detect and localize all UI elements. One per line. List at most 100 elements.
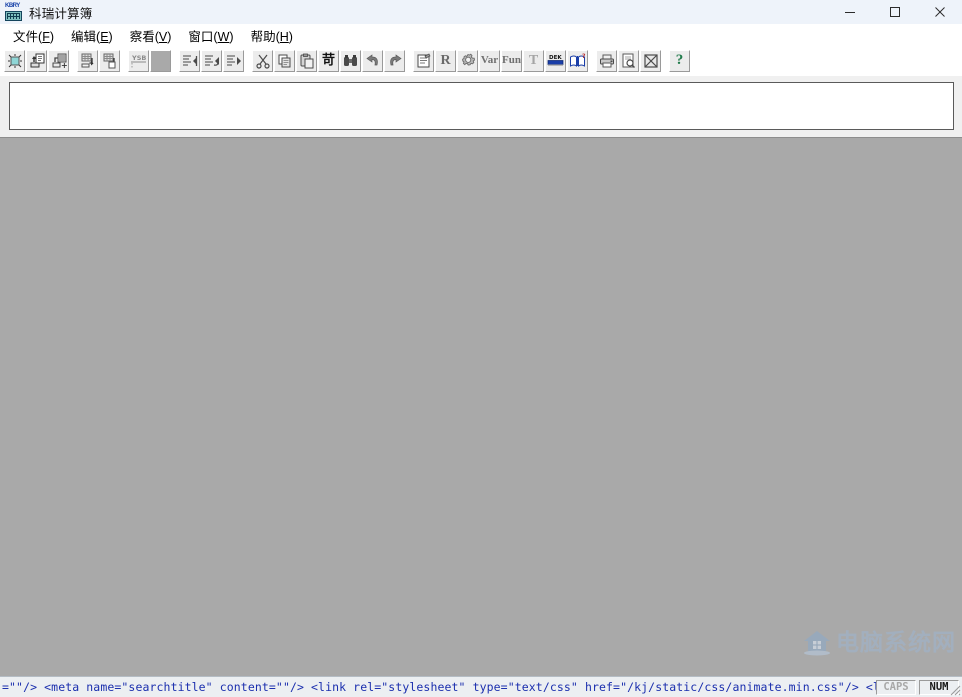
crossed-box-icon [643,53,658,68]
report-button[interactable]: R [435,49,456,72]
menu-label-view: 察看 [129,29,155,44]
align-right-button[interactable] [223,49,244,72]
redo-arrow-icon [389,53,402,65]
gear-icon [461,53,475,65]
toolbar-separator-6 [589,50,596,72]
function-button[interactable]: Fun [501,49,522,72]
svg-text:?: ? [582,53,586,60]
print-button[interactable] [596,49,617,72]
undo-button[interactable] [362,49,383,72]
insert-character-button[interactable]: 苛 [318,49,339,72]
align-center-button[interactable] [201,49,222,72]
menu-accel-file: F [42,29,50,44]
import-table-icon [81,53,93,67]
status-bar: =""/> <meta name="searchtitle" content="… [0,676,962,697]
status-code-text: =""/> <meta name="searchtitle" content="… [2,680,876,694]
dek-button[interactable]: DEK [545,49,566,72]
menu-accel-window: W [217,29,230,44]
watermark-text: 电脑系统网 [836,630,956,656]
text-t-icon: T [528,52,539,68]
minimize-icon [844,12,855,13]
properties-button[interactable] [413,49,434,72]
export-data-button[interactable] [99,49,120,72]
formula-input-panel[interactable] [9,82,954,130]
open-folder-icon [30,53,44,67]
copy-button[interactable] [274,49,295,72]
new-sheet-icon [7,53,22,68]
printer-icon [599,54,614,67]
menu-label-file: 文件 [13,29,39,44]
open-book-question-icon: ? [569,53,586,67]
scissors-icon [255,54,270,69]
toolbar-separator-5 [406,50,413,72]
print-preview-icon [622,53,635,68]
save-add-icon: + [52,53,67,69]
save-document-button[interactable]: + [48,49,69,72]
menu-item-view[interactable]: 察看(V) [122,24,181,47]
function-icon: Fun [502,54,521,66]
resize-grip-icon[interactable] [947,682,961,696]
close-icon [934,7,945,17]
svg-text:+: + [61,61,67,69]
properties-clipboard-icon [417,53,430,67]
align-center-icon [204,54,219,66]
export-table-icon [103,53,115,68]
align-right-icon [226,54,241,66]
variable-button[interactable]: Var [479,49,500,72]
find-replace-button[interactable] [340,49,361,72]
ysb-button[interactable]: YSB [128,49,149,72]
app-icon-keypad [5,10,22,21]
input-panel-area [0,76,962,137]
undo-arrow-icon [365,53,378,65]
maximize-button[interactable] [872,0,917,24]
close-view-button[interactable] [640,49,661,72]
new-document-button[interactable] [4,49,25,72]
svg-text:YSB: YSB [131,54,146,62]
paste-button[interactable] [296,49,317,72]
minimize-button[interactable] [827,0,872,24]
dek-desk-icon: DEK [547,55,563,66]
menu-label-window: 窗口 [188,29,214,44]
status-indicator-caps: CAPS [876,679,916,695]
menu-accel-help: H [279,29,289,44]
watermark: 电脑系统网 [802,629,956,657]
toolbar-separator-7 [662,50,669,72]
toolbar: + YSB 苛 R Var Fun T DEK ? ? [0,46,962,76]
variable-icon: Var [480,54,499,66]
binoculars-icon [343,54,357,66]
menu-label-help: 帮助 [250,29,276,44]
workspace-area[interactable]: 电脑系统网 [0,137,962,676]
question-mark-icon: ? [675,52,684,68]
align-left-icon [182,54,197,66]
menu-item-file[interactable]: 文件(F) [5,24,63,47]
menu-accel-view: V [158,29,168,44]
svg-text:DEK: DEK [549,55,562,61]
open-document-button[interactable] [26,49,47,72]
calculator-keypad-icon: KBRY [5,2,22,21]
toolbar-separator-2 [121,50,128,72]
menu-label-edit: 编辑 [71,29,97,44]
app-icon-label: KBRY [5,2,20,9]
menu-bar: 文件(F) 编辑(E) 察看(V) 窗口(W) 帮助(H) [0,24,962,46]
menu-accel-edit: E [100,29,109,44]
redo-button[interactable] [384,49,405,72]
toolbar-separator-3 [172,50,179,72]
menu-item-help[interactable]: 帮助(H) [243,24,302,47]
settings-button[interactable] [457,49,478,72]
print-preview-button[interactable] [618,49,639,72]
house-logo-icon [804,631,830,656]
text-button[interactable]: T [523,49,544,72]
blank-button[interactable] [150,49,171,72]
close-button[interactable] [917,0,962,24]
import-data-button[interactable] [77,49,98,72]
application-window: KBRY 科瑞计算簿 文件(F) 编辑(E) 察看(V) 窗口(W) 帮助(H)… [0,0,962,697]
align-left-button[interactable] [179,49,200,72]
toolbar-separator-4 [245,50,252,72]
toolbar-separator-1 [70,50,77,72]
help-book-button[interactable]: ? [567,49,588,72]
about-help-button[interactable]: ? [669,49,690,72]
cut-button[interactable] [252,49,273,72]
menu-item-edit[interactable]: 编辑(E) [63,24,122,47]
copy-icon [278,54,290,67]
menu-item-window[interactable]: 窗口(W) [180,24,242,47]
